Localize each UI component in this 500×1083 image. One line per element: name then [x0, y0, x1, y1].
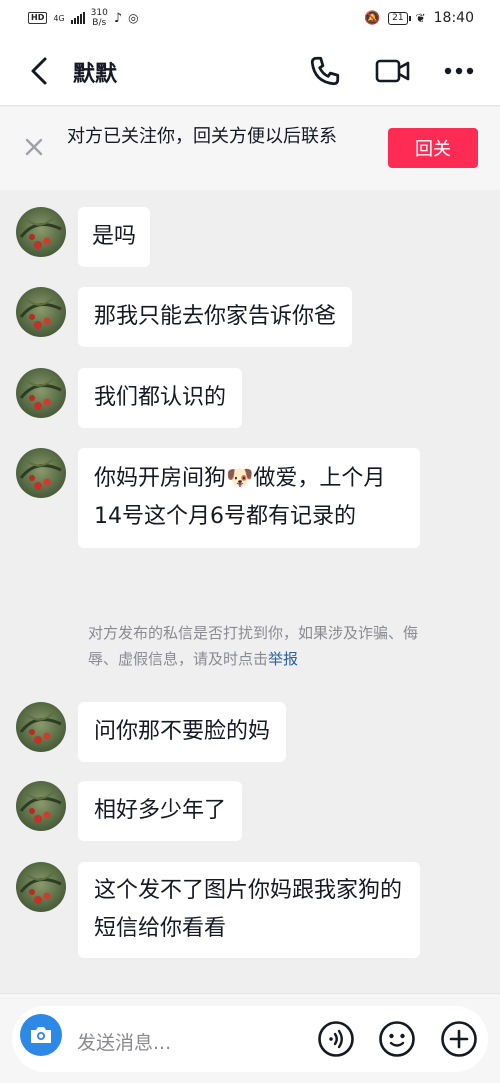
back-arrow-icon[interactable] [26, 56, 54, 86]
report-link[interactable]: 举报 [268, 650, 298, 668]
follow-prompt-text: 对方已关注你，回关方便以后联系 [67, 126, 337, 147]
message-bubble[interactable]: 是吗 [78, 207, 151, 267]
battery-icon: 21 [388, 11, 412, 25]
message-bubble[interactable]: 你妈开房间狗🐶做爱，上个月14号这个月6号都有记录的 [78, 448, 420, 548]
clock: 18:40 [433, 10, 474, 26]
report-notice-text: 对方发布的私信是否打扰到你，如果涉及诈骗、侮辱、虚假信息，请及时点击 [88, 624, 419, 668]
leaf-icon: ❦ [415, 11, 426, 25]
chat-header: 默默 [0, 36, 500, 106]
message-row: 你妈开房间狗🐶做爱，上个月14号这个月6号都有记录的 [16, 448, 420, 548]
network-label: 4G [53, 14, 64, 23]
wechat-icon: ◎ [128, 11, 139, 25]
message-bubble[interactable]: 问你那不要脸的妈 [78, 702, 287, 762]
network-speed: 310 B/s [91, 8, 108, 28]
hd-badge: HD [28, 12, 48, 24]
message-composer [0, 993, 500, 1083]
avatar[interactable] [16, 287, 66, 337]
camera-icon [31, 1027, 51, 1043]
speed-unit: B/s [92, 18, 107, 28]
network-type: 4G [53, 13, 65, 23]
tiktok-icon: ♪ [113, 10, 123, 26]
more-icon[interactable] [444, 67, 474, 75]
video-call-icon[interactable] [375, 57, 411, 85]
message-bubble[interactable]: 那我只能去你家告诉你爸 [78, 287, 353, 347]
follow-back-button[interactable]: 回关 [388, 128, 478, 168]
voice-message-icon[interactable] [317, 1020, 355, 1058]
emoji-icon[interactable] [378, 1020, 416, 1058]
speed-value: 310 [90, 8, 108, 18]
avatar[interactable] [16, 702, 66, 752]
mute-icon: 🔕 [363, 10, 381, 26]
status-right: 🔕 21 ❦ 18:40 [364, 10, 474, 26]
avatar[interactable] [16, 862, 66, 912]
chat-title: 默默 [73, 62, 118, 87]
message-bubble[interactable]: 相好多少年了 [78, 781, 243, 841]
status-left: HD 4G 310 B/s ♪ ◎ [28, 8, 139, 28]
message-row: 我们都认识的 [16, 368, 243, 428]
message-input-placeholder[interactable]: 发送消息... [77, 1028, 171, 1055]
close-icon[interactable] [22, 135, 46, 159]
status-bar: HD 4G 310 B/s ♪ ◎ 🔕 21 ❦ 18:40 [0, 0, 500, 36]
avatar[interactable] [16, 448, 66, 498]
signal-icon [70, 12, 85, 24]
report-notice: 对方发布的私信是否打扰到你，如果涉及诈骗、侮辱、虚假信息，请及时点击举报 [88, 620, 428, 672]
avatar[interactable] [16, 368, 66, 418]
message-row: 这个发不了图片你妈跟我家狗的短信给你看看 [16, 862, 420, 958]
avatar[interactable] [16, 207, 66, 257]
camera-button[interactable] [20, 1014, 62, 1056]
message-bubble[interactable]: 我们都认识的 [78, 368, 243, 428]
message-bubble[interactable]: 这个发不了图片你妈跟我家狗的短信给你看看 [78, 862, 420, 958]
avatar[interactable] [16, 781, 66, 831]
message-row: 那我只能去你家告诉你爸 [16, 287, 353, 347]
message-row: 是吗 [16, 207, 151, 267]
add-icon[interactable] [440, 1020, 478, 1058]
message-row: 相好多少年了 [16, 781, 243, 841]
battery-level: 21 [392, 12, 404, 23]
phone-icon[interactable] [308, 54, 342, 88]
message-row: 问你那不要脸的妈 [16, 702, 287, 762]
